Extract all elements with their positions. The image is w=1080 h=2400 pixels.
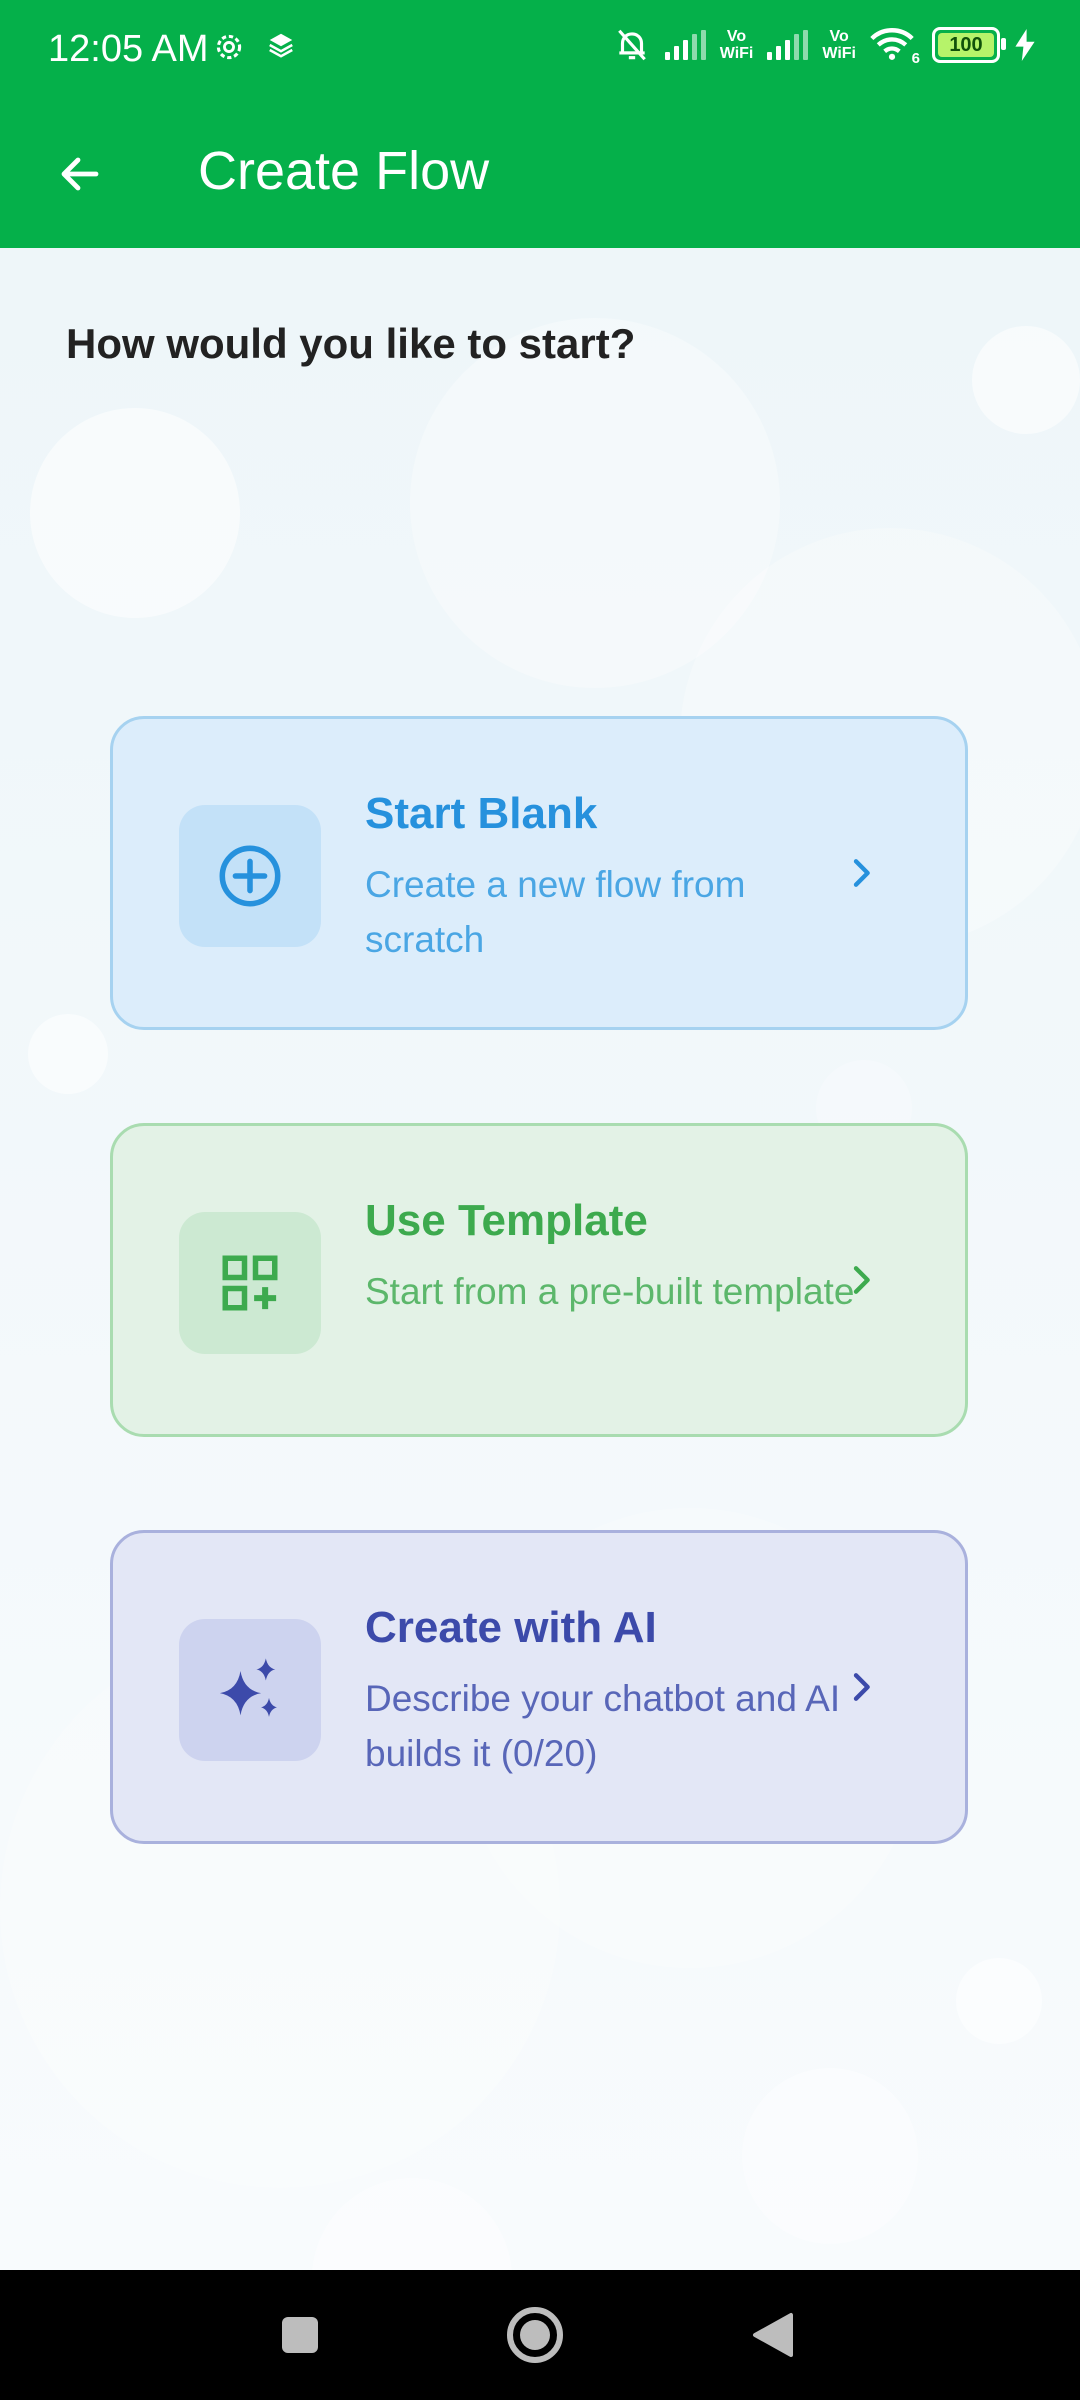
vowifi-1-icon: Vo WiFi [719, 28, 754, 62]
start-blank-card[interactable]: Start Blank Create a new flow from scrat… [110, 716, 968, 1030]
start-blank-description: Create a new flow from scratch [365, 864, 746, 960]
status-time: 12:05 AM [48, 28, 209, 70]
create-with-ai-icon-box [179, 1619, 321, 1761]
back-nav-button[interactable] [738, 2300, 808, 2370]
chevron-right-icon [853, 1673, 870, 1701]
home-button[interactable] [500, 2300, 570, 2370]
battery-icon: 100 [932, 27, 1006, 63]
chevron-right-icon [853, 1266, 870, 1294]
wifi-icon: 6 [870, 27, 920, 67]
sparkles-icon [219, 1658, 277, 1717]
status-bar: 12:05 AM Vo WiFi Vo WiFi 6 100 [0, 0, 1080, 100]
create-with-ai-description: Describe your chatbot and AI builds it (… [365, 1678, 841, 1774]
app-bar: Create Flow [0, 100, 1080, 248]
bell-off-icon [617, 29, 646, 61]
start-prompt: How would you like to start? [66, 320, 636, 367]
square-icon [282, 2317, 318, 2353]
create-with-ai-title: Create with AI [365, 1603, 657, 1652]
triangle-back-icon [753, 2313, 793, 2357]
gear-icon [216, 34, 242, 60]
arrow-left-icon [61, 157, 99, 191]
charging-bolt-icon [1015, 29, 1035, 61]
layers-icon [269, 33, 293, 58]
create-with-ai-card[interactable]: Create with AI Describe your chatbot and… [110, 1530, 968, 1844]
top-bar: 12:05 AM Vo WiFi Vo WiFi 6 100 Create Fl… [0, 0, 1080, 248]
grid-add-icon [222, 1255, 278, 1311]
background-bubble [312, 2178, 512, 2270]
background-bubble [742, 2068, 918, 2244]
chevron-right-icon [853, 859, 870, 887]
battery-level: 100 [949, 33, 983, 56]
use-template-title: Use Template [365, 1196, 648, 1245]
signal-1-icon [664, 30, 706, 60]
use-template-card[interactable]: Use Template Start from a pre-built temp… [110, 1123, 968, 1437]
signal-2-icon [767, 30, 809, 60]
system-nav-bar [0, 2270, 1080, 2400]
background-bubble [972, 326, 1080, 434]
use-template-icon-box [179, 1212, 321, 1354]
start-blank-icon-box [179, 805, 321, 947]
home-circle-icon [507, 2307, 563, 2363]
wifi-badge: 6 [911, 50, 920, 67]
main-content: How would you like to start? Start Blank… [0, 248, 1080, 2270]
back-button[interactable] [40, 134, 120, 214]
background-bubble [956, 1958, 1042, 2044]
background-bubble [30, 408, 240, 618]
add-circle-icon [219, 845, 281, 907]
vowifi-2-icon: Vo WiFi [822, 28, 856, 62]
background-bubble [28, 1014, 108, 1094]
start-blank-title: Start Blank [365, 789, 598, 838]
use-template-description: Start from a pre-built template [365, 1271, 855, 1312]
recents-button[interactable] [265, 2300, 335, 2370]
page-title: Create Flow [198, 141, 490, 201]
